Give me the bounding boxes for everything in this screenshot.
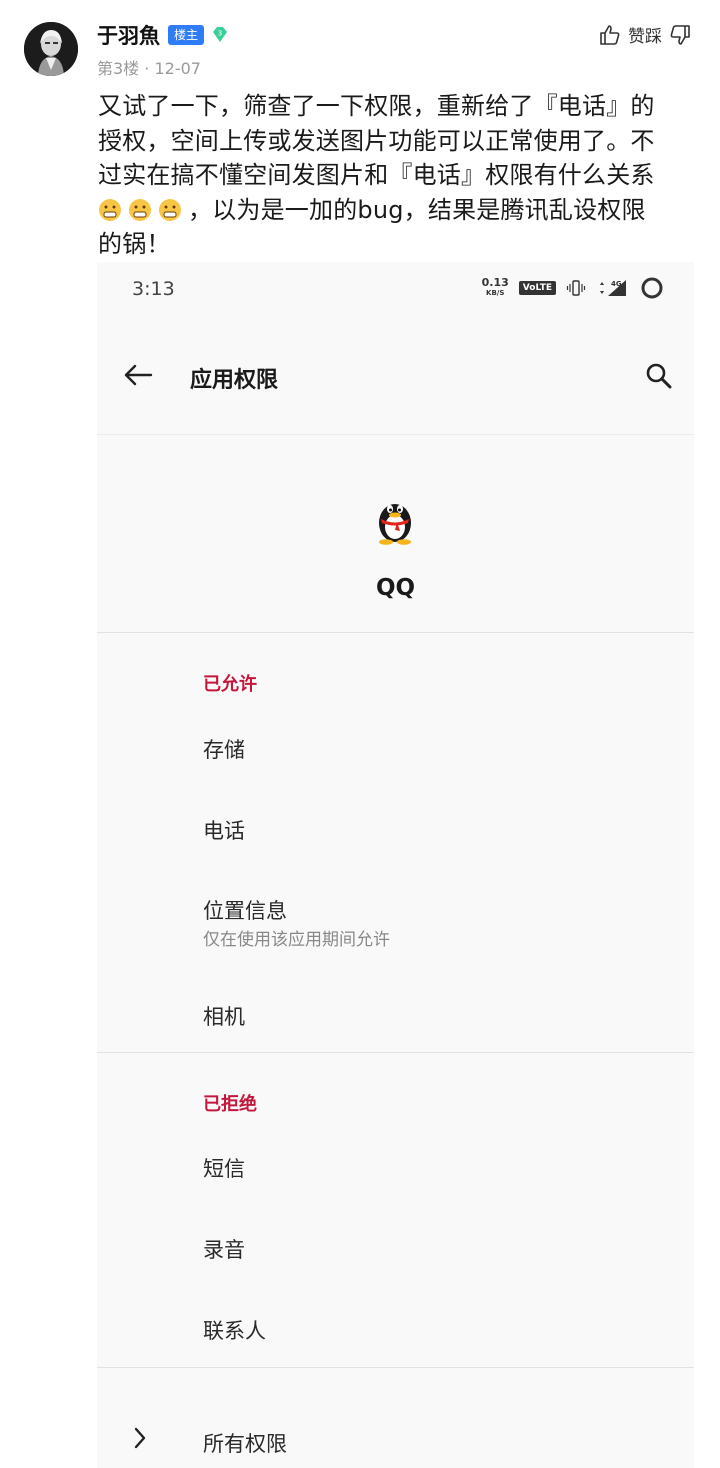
post-text-line: 授权，空间上传或发送图片功能可以正常使用了。不 bbox=[98, 126, 655, 155]
embedded-screenshot[interactable]: 3:13 0.13 KB/S VoLTE 4G 应用权限 QQ 已允许 存储 电… bbox=[97, 262, 694, 1468]
permission-storage[interactable]: 存储 bbox=[203, 734, 245, 764]
page-title: 应用权限 bbox=[190, 368, 279, 393]
post-text-line: 又试了一下，筛查了一下权限，重新给了『电话』的 bbox=[98, 92, 655, 120]
section-divider bbox=[97, 1367, 694, 1368]
net-speed: 0.13 KB/S bbox=[482, 277, 509, 298]
vote-label: 赞踩 bbox=[628, 27, 662, 47]
app-info: QQ bbox=[97, 435, 694, 633]
permission-sms[interactable]: 短信 bbox=[203, 1153, 245, 1183]
avatar-image bbox=[24, 22, 78, 76]
signal-icon: 4G bbox=[600, 280, 626, 296]
volte-badge: VoLTE bbox=[518, 281, 556, 295]
post-text-line: 过实在搞不懂空间发图片和『电话』权限有什么关系 bbox=[98, 161, 655, 189]
permission-phone[interactable]: 电话 bbox=[203, 815, 245, 845]
app-bar: 应用权限 bbox=[97, 318, 694, 435]
diamond-icon: 3 bbox=[213, 27, 228, 42]
back-arrow-icon[interactable] bbox=[122, 360, 154, 390]
permission-contacts[interactable]: 联系人 bbox=[203, 1315, 266, 1345]
post-header: 于羽魚 楼主 3 第3楼 · 12-07 赞踩 bbox=[0, 0, 720, 90]
app-name: QQ bbox=[375, 575, 416, 601]
grimace-emoji-icon bbox=[99, 198, 121, 221]
avatar[interactable] bbox=[24, 22, 78, 76]
status-icons: 0.13 KB/S VoLTE 4G bbox=[482, 276, 664, 300]
meta-separator: · bbox=[144, 59, 150, 78]
allowed-section-title: 已允许 bbox=[203, 674, 257, 695]
post-date: 12-07 bbox=[154, 59, 201, 78]
permission-location[interactable]: 位置信息 bbox=[203, 895, 287, 925]
chevron-right-icon bbox=[134, 1427, 146, 1449]
floor-number: 第3楼 bbox=[97, 59, 140, 78]
denied-section-title: 已拒绝 bbox=[203, 1094, 257, 1115]
level-badge-number: 3 bbox=[218, 30, 222, 38]
post-text: 又试了一下，筛查了一下权限，重新给了『电话』的 授权，空间上传或发送图片功能可以… bbox=[98, 89, 698, 262]
author-name[interactable]: 于羽魚 bbox=[97, 20, 160, 50]
status-bar: 3:13 0.13 KB/S VoLTE 4G bbox=[97, 262, 694, 318]
permission-camera[interactable]: 相机 bbox=[203, 1001, 245, 1031]
all-permissions-label: 所有权限 bbox=[203, 1432, 287, 1456]
search-icon[interactable] bbox=[644, 361, 674, 391]
permission-microphone[interactable]: 录音 bbox=[203, 1234, 245, 1264]
vibrate-icon bbox=[566, 280, 586, 296]
floor-meta: 第3楼 · 12-07 bbox=[97, 55, 201, 79]
vote-controls: 赞踩 bbox=[598, 22, 692, 47]
author-row: 于羽魚 楼主 3 bbox=[97, 20, 231, 50]
grimace-emoji-icon bbox=[129, 198, 151, 221]
thumbs-down-icon[interactable] bbox=[668, 23, 692, 47]
permission-location-subtitle: 仅在使用该应用期间允许 bbox=[203, 930, 390, 950]
signal-label: 4G bbox=[611, 280, 622, 288]
grimace-emoji-icon bbox=[159, 198, 181, 221]
thumbs-up-icon[interactable] bbox=[598, 23, 622, 47]
op-badge: 楼主 bbox=[168, 25, 205, 45]
post-text-line: ，以为是一加的bug，结果是腾讯乱设权限 bbox=[98, 193, 698, 228]
section-divider bbox=[97, 1052, 694, 1053]
all-permissions-row[interactable]: 所有权限 bbox=[97, 1412, 694, 1468]
post-text-line: 的锅！ bbox=[98, 230, 171, 258]
post-text-segment: ，以为是一加的bug，结果是腾讯乱设权限 bbox=[188, 195, 646, 224]
qq-penguin-icon bbox=[379, 504, 411, 545]
level-badge: 3 bbox=[209, 24, 231, 46]
net-speed-unit: KB/S bbox=[486, 289, 505, 297]
battery-ring-icon bbox=[641, 277, 663, 299]
status-time: 3:13 bbox=[132, 278, 175, 300]
